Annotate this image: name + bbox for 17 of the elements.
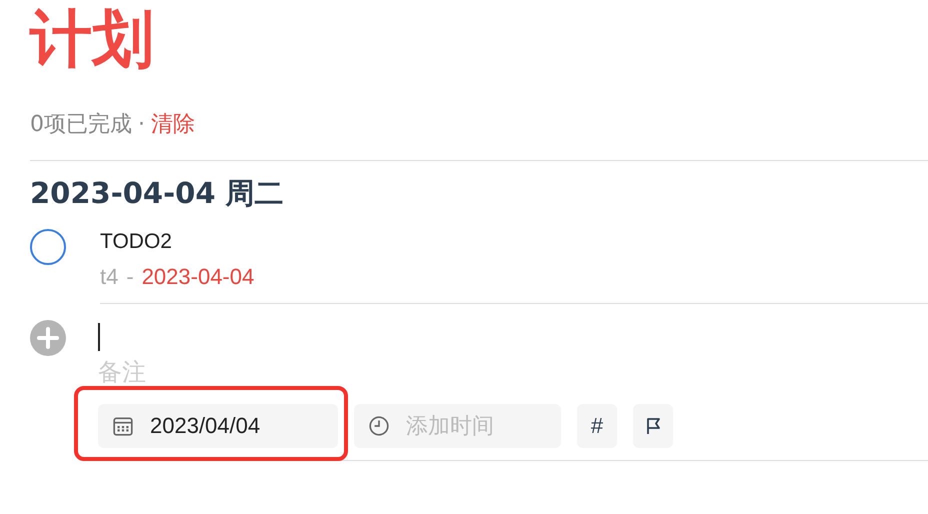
list-name: t4: [100, 263, 118, 291]
separator: -: [126, 263, 134, 291]
tag-button[interactable]: #: [577, 404, 617, 448]
clock-icon: [368, 415, 390, 437]
task-checkbox[interactable]: [30, 229, 66, 265]
due-date: 2023-04-04: [142, 263, 254, 291]
date-heading: 2023-04-04 周二: [30, 175, 285, 212]
completed-count: 0项已完成: [30, 111, 132, 139]
priority-button[interactable]: [633, 404, 673, 448]
calendar-icon: [112, 415, 134, 437]
text-cursor: [98, 323, 100, 351]
page-title: 计划: [30, 1, 155, 77]
clear-link[interactable]: 清除: [151, 109, 195, 139]
add-icon[interactable]: [30, 320, 66, 356]
date-field[interactable]: 2023/04/04: [98, 404, 338, 448]
separator: ·: [138, 112, 145, 136]
task-title: TODO2: [100, 229, 173, 255]
